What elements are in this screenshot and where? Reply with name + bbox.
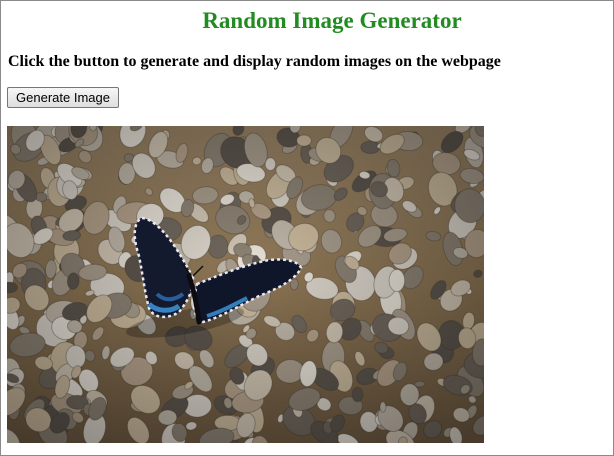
instruction-text: Click the button to generate and display… <box>8 53 501 70</box>
butterfly-photo <box>7 126 484 443</box>
random-image <box>7 126 484 443</box>
generate-image-button[interactable]: Generate Image <box>7 87 119 108</box>
page-frame: Random Image Generator Click the button … <box>0 0 614 456</box>
page-title: Random Image Generator <box>202 8 462 33</box>
